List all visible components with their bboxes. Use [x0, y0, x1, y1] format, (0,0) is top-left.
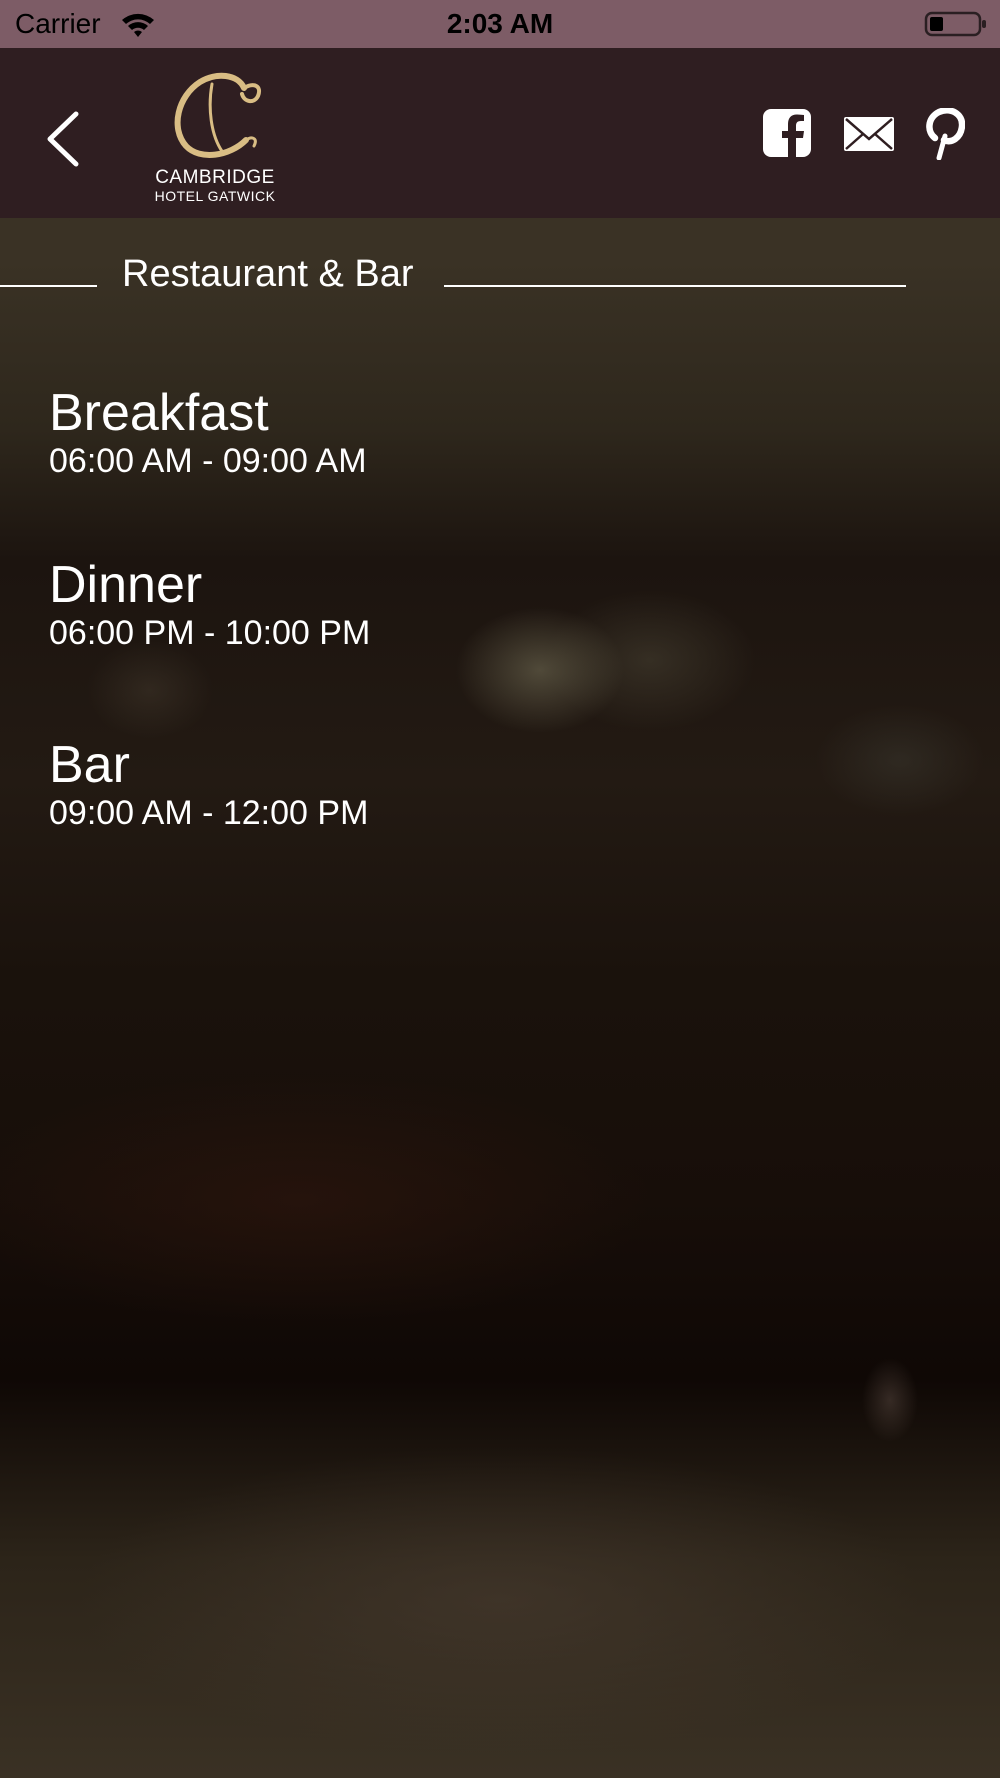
pinterest-icon	[926, 107, 966, 161]
hotel-logo: CAMBRIDGE HOTEL GATWICK	[150, 66, 280, 206]
hours-item-breakfast: Breakfast 06:00 AM - 09:00 AM	[49, 383, 849, 481]
back-button[interactable]	[38, 108, 88, 168]
logo-c-mark	[174, 72, 261, 158]
logo-text-cambridge: CAMBRIDGE	[155, 167, 275, 188]
chevron-left-icon	[47, 111, 79, 167]
header-bar: CAMBRIDGE HOTEL GATWICK	[0, 48, 1000, 218]
status-time: 2:03 AM	[446, 8, 554, 39]
hours-item-time: 09:00 AM - 12:00 PM	[49, 794, 369, 832]
battery-icon	[924, 11, 986, 37]
section-divider-left	[0, 285, 97, 287]
status-bar: Carrier 2:03 AM	[0, 0, 1000, 48]
hours-item-dinner: Dinner 06:00 PM - 10:00 PM	[49, 555, 849, 653]
hours-item-time: 06:00 AM - 09:00 AM	[49, 442, 367, 480]
hours-item-bar: Bar 09:00 AM - 12:00 PM	[49, 735, 849, 833]
pinterest-button[interactable]	[923, 107, 966, 161]
hours-item-name: Bar	[49, 736, 130, 794]
section-divider-right	[444, 285, 906, 287]
hours-item-name: Breakfast	[49, 384, 269, 442]
section-title: Restaurant & Bar	[122, 253, 414, 295]
mail-button[interactable]	[843, 108, 895, 160]
mail-icon	[844, 117, 894, 151]
logo-text-hotel-gatwick: HOTEL GATWICK	[154, 188, 276, 204]
hours-item-time: 06:00 PM - 10:00 PM	[49, 614, 371, 652]
hours-item-name: Dinner	[49, 556, 203, 614]
facebook-icon	[763, 109, 811, 157]
facebook-button[interactable]	[762, 108, 812, 160]
